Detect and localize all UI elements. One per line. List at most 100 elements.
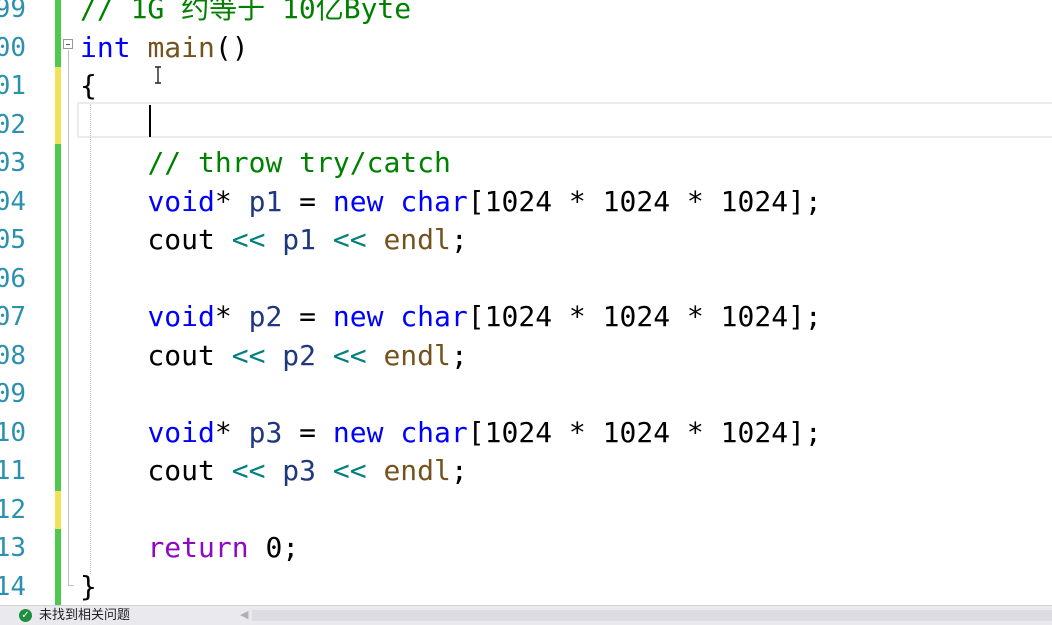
- code-token: p1: [282, 223, 317, 256]
- code-token: <<: [231, 454, 266, 487]
- code-token: 0;: [248, 531, 300, 564]
- line-number-text: 08: [0, 340, 26, 371]
- code-token: char: [400, 184, 468, 218]
- code-token: [1024 * 1024 * 1024];: [467, 300, 822, 333]
- ibeam-cursor-icon: [155, 66, 161, 84]
- line-number-text: 00: [0, 32, 26, 63]
- collapse-main-button[interactable]: [63, 39, 73, 49]
- code-line[interactable]: 07 void* p2 = new char[1024 * 1024 * 102…: [0, 298, 1052, 337]
- line-number-text: 03: [0, 148, 26, 178]
- change-marker: [55, 67, 61, 106]
- change-marker: [55, 529, 61, 568]
- check-circle-icon: ✓: [19, 609, 32, 622]
- outline-fold-line: [68, 50, 69, 586]
- code-token: // throw try/catch: [147, 146, 451, 179]
- code-line[interactable]: 08 cout << p2 << endl;: [0, 336, 1052, 376]
- code-line[interactable]: 09: [0, 375, 1052, 414]
- code-token: {: [80, 69, 97, 102]
- code-token: *: [214, 300, 249, 333]
- line-number: 05: [0, 221, 26, 260]
- code-text: void* p2 = new char[1024 * 1024 * 1024];: [80, 298, 822, 337]
- code-token: =: [282, 300, 333, 333]
- code-token: =: [282, 184, 333, 218]
- change-marker: [55, 567, 61, 605]
- line-number-text: 06: [0, 263, 26, 294]
- change-marker: [55, 490, 61, 529]
- line-number: 13: [0, 529, 26, 568]
- code-token: char: [400, 415, 468, 449]
- code-text: // 1G 约等于 10亿Byte: [80, 0, 411, 29]
- code-token: new: [332, 184, 384, 218]
- current-line-highlight: [77, 102, 1052, 138]
- scroll-left-icon[interactable]: ◀: [240, 608, 248, 621]
- code-line[interactable]: 99 // 1G 约等于 10亿Byte: [0, 0, 1052, 29]
- code-token: p3: [282, 454, 317, 487]
- horizontal-scrollbar[interactable]: [252, 610, 1052, 621]
- line-number: 04: [0, 183, 26, 222]
- change-marker: [55, 28, 61, 67]
- code-line[interactable]: 06: [0, 259, 1052, 299]
- change-marker: [55, 144, 61, 183]
- change-marker: [55, 0, 61, 29]
- code-line[interactable]: 14}: [0, 567, 1052, 606]
- change-marker: [55, 182, 61, 221]
- line-number-text: 01: [0, 71, 26, 101]
- code-line[interactable]: 05 cout << p1 << endl;: [0, 221, 1052, 260]
- line-number: 14: [0, 568, 26, 606]
- change-marker: [55, 413, 61, 452]
- line-number-text: 02: [0, 109, 26, 140]
- code-token: return: [147, 531, 249, 564]
- code-token: *: [214, 415, 249, 449]
- code-editor[interactable]: 14} 13 return 0; 12 11 cout << p3 << endl; 1…: [0, 0, 1052, 605]
- code-line[interactable]: 12: [0, 490, 1052, 529]
- code-token: ;: [450, 338, 468, 372]
- code-token: p2: [248, 300, 283, 333]
- line-number: 02: [0, 106, 26, 145]
- code-text: cout << p2 << endl;: [80, 337, 468, 376]
- code-token: main: [147, 30, 215, 64]
- code-line[interactable]: 00 int main(): [0, 28, 1052, 68]
- code-token: [1024 * 1024 * 1024];: [467, 184, 822, 218]
- code-token: =: [282, 415, 333, 449]
- code-text: }: [80, 568, 97, 606]
- code-token: cout: [80, 223, 232, 256]
- code-token: <<: [332, 454, 367, 487]
- code-line[interactable]: 11 cout << p3 << endl;: [0, 452, 1052, 491]
- line-number-text: 12: [0, 494, 26, 525]
- code-token: <<: [231, 338, 266, 372]
- issues-status-text[interactable]: 未找到相关问题: [39, 607, 130, 624]
- code-token: <<: [231, 223, 266, 256]
- code-text: cout << p3 << endl;: [80, 452, 467, 491]
- code-token: // 1G 约等于 10亿Byte: [80, 0, 412, 25]
- line-number-text: 09: [0, 379, 26, 409]
- change-marker: [55, 298, 61, 337]
- line-number: 10: [0, 414, 26, 453]
- code-token: void: [147, 184, 215, 218]
- code-token: (): [214, 30, 249, 64]
- indent-guide: [90, 104, 91, 574]
- line-number: 03: [0, 144, 26, 183]
- code-token: new: [332, 300, 384, 333]
- code-text: int main(): [80, 29, 249, 68]
- code-token: endl: [383, 338, 451, 372]
- code-token: p3: [248, 415, 283, 449]
- code-line[interactable]: 13 return 0;: [0, 529, 1052, 568]
- line-number: 09: [0, 375, 26, 414]
- code-token: p1: [248, 184, 283, 218]
- code-line[interactable]: 04 void* p1 = new char[1024 * 1024 * 102…: [0, 182, 1052, 222]
- line-number: 11: [0, 452, 26, 491]
- line-number: 06: [0, 260, 26, 299]
- line-number-text: 11: [0, 456, 26, 486]
- code-line[interactable]: 03 // throw try/catch: [0, 144, 1052, 183]
- code-text: return 0;: [80, 529, 299, 568]
- line-number-text: 13: [0, 533, 26, 563]
- code-line[interactable]: 10 void* p3 = new char[1024 * 1024 * 102…: [0, 413, 1052, 453]
- code-token: [1024 * 1024 * 1024];: [467, 415, 822, 449]
- line-number: 01: [0, 67, 26, 106]
